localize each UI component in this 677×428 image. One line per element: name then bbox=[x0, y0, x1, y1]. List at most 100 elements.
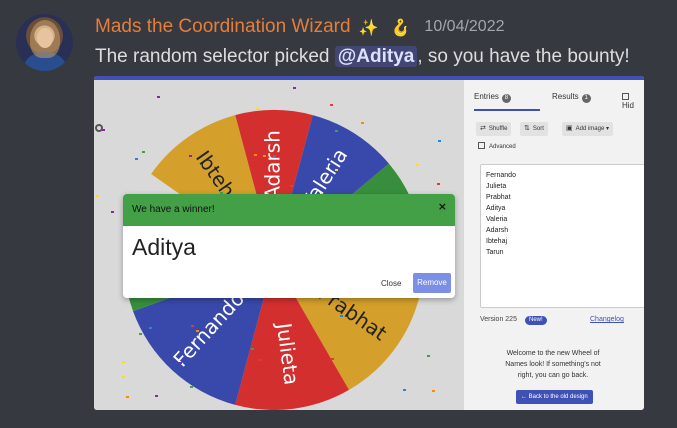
sort-label: Sort bbox=[532, 126, 544, 132]
hook-emoji-icon: 🪝 bbox=[390, 17, 411, 37]
entry-line: Adarsh bbox=[486, 227, 509, 234]
confetti-piece bbox=[196, 330, 199, 332]
message-text-after: , so you have the bounty! bbox=[417, 46, 630, 67]
avatar-face bbox=[37, 28, 53, 48]
dialog-header: We have a winner! × bbox=[123, 194, 455, 226]
confetti-piece bbox=[437, 183, 440, 185]
welcome-text: Welcome to the new Wheel of Names look! … bbox=[505, 350, 601, 379]
message-timestamp: 10/04/2022 bbox=[424, 18, 505, 35]
entry-line: Valeria bbox=[486, 216, 508, 223]
hide-checkbox-icon bbox=[622, 93, 629, 100]
message-content: The random selector picked @Aditya, so y… bbox=[95, 44, 630, 70]
shuffle-button[interactable]: ⇄ Shuffle bbox=[476, 122, 512, 136]
confetti-piece bbox=[157, 96, 160, 98]
sort-button[interactable]: ⇅ Sort bbox=[520, 122, 548, 136]
confetti-piece bbox=[254, 154, 257, 156]
confetti-piece bbox=[438, 140, 441, 142]
add-image-button[interactable]: ▣ Add image ▾ bbox=[562, 122, 613, 136]
message-text-before: The random selector picked bbox=[95, 46, 335, 67]
confetti-piece bbox=[122, 376, 125, 378]
panel-tabs: Entries 8 Results 1 Hid bbox=[474, 92, 644, 111]
new-badge: New! bbox=[524, 316, 547, 325]
advanced-toggle[interactable]: Advanced bbox=[478, 142, 516, 150]
arrow-left-icon: ← bbox=[521, 394, 529, 400]
hide-toggle[interactable]: Hid bbox=[622, 92, 644, 110]
winner-dialog: We have a winner! × Aditya Close Remove bbox=[123, 194, 455, 298]
confetti-piece bbox=[155, 395, 158, 397]
confetti-piece bbox=[189, 155, 192, 157]
confetti-piece bbox=[142, 151, 145, 153]
entry-line: Aditya bbox=[486, 205, 506, 212]
old-design-button[interactable]: ← Back to the old design bbox=[516, 390, 593, 404]
confetti-piece bbox=[111, 211, 114, 213]
advanced-checkbox-icon bbox=[478, 142, 485, 149]
version-label: Version 225 bbox=[480, 316, 517, 323]
confetti-piece bbox=[416, 164, 419, 166]
results-count-badge: 1 bbox=[581, 94, 591, 103]
confetti-piece bbox=[348, 303, 351, 305]
confetti-piece bbox=[290, 185, 293, 187]
close-button[interactable]: Close bbox=[381, 279, 401, 288]
sparkles-emoji-icon: ✨ bbox=[358, 17, 379, 37]
confetti-piece bbox=[149, 327, 152, 329]
confetti-piece bbox=[330, 104, 333, 106]
entry-line: Julieta bbox=[486, 183, 507, 190]
confetti-piece bbox=[135, 158, 138, 160]
confetti-piece bbox=[256, 108, 259, 110]
confetti-piece bbox=[335, 169, 338, 171]
shuffle-icon: ⇄ bbox=[480, 125, 486, 132]
tab-results-label: Results bbox=[552, 92, 579, 101]
entry-line: Prabhat bbox=[486, 194, 511, 201]
chat-message: Mads the Coordination Wizard ✨ 🪝 10/04/2… bbox=[0, 0, 677, 428]
confetti-piece bbox=[191, 325, 194, 327]
entries-count-badge: 8 bbox=[501, 94, 511, 103]
changelog-link[interactable]: Changelog bbox=[590, 316, 624, 323]
tab-entries[interactable]: Entries 8 bbox=[474, 92, 511, 110]
confetti-piece bbox=[190, 386, 193, 388]
entry-line: Fernando bbox=[486, 172, 516, 179]
dialog-close-icon[interactable]: × bbox=[438, 200, 447, 213]
confetti-piece bbox=[335, 130, 338, 132]
confetti-piece bbox=[258, 359, 261, 361]
confetti-piece bbox=[340, 315, 343, 317]
confetti-piece bbox=[122, 361, 125, 363]
old-design-label: Back to the old design bbox=[528, 394, 588, 400]
dialog-title: We have a winner! bbox=[132, 204, 215, 215]
tab-entries-label: Entries bbox=[474, 92, 499, 101]
confetti-piece bbox=[263, 155, 266, 157]
confetti-piece bbox=[403, 389, 406, 391]
side-panel: Entries 8 Results 1 Hid ⇄ Shuffle ⇅ Sort ▣ Ad… bbox=[464, 80, 644, 410]
version-info: Version 225 New! bbox=[480, 316, 547, 325]
image-icon: ▣ bbox=[566, 125, 573, 132]
entries-textarea[interactable]: Fernando Julieta Prabhat Aditya Valeria Adars… bbox=[480, 164, 644, 308]
message-header: Mads the Coordination Wizard ✨ 🪝 10/04/2… bbox=[95, 14, 505, 40]
entry-line: Ibtehaj bbox=[486, 238, 508, 245]
confetti-piece bbox=[361, 122, 364, 124]
wheel-segment-label: Adarsh bbox=[261, 130, 285, 200]
remove-button[interactable]: Remove bbox=[413, 273, 451, 293]
winner-name: Aditya bbox=[132, 234, 196, 260]
tab-results[interactable]: Results 1 bbox=[552, 92, 591, 110]
entry-line: Tarun bbox=[486, 249, 504, 256]
user-avatar[interactable] bbox=[16, 14, 73, 71]
confetti-piece bbox=[427, 355, 430, 357]
embedded-screenshot[interactable]: Adarsh Valeria Prabhat Julieta Fernando Ibteh… bbox=[94, 76, 644, 410]
confetti-piece bbox=[102, 129, 105, 131]
confetti-piece bbox=[251, 348, 254, 350]
confetti-piece bbox=[179, 362, 182, 364]
username[interactable]: Mads the Coordination Wizard bbox=[95, 16, 351, 38]
sort-icon: ⇅ bbox=[524, 125, 530, 132]
advanced-label: Advanced bbox=[489, 144, 516, 150]
add-image-label: Add image bbox=[575, 126, 605, 132]
user-mention[interactable]: @Aditya bbox=[334, 46, 418, 67]
confetti-piece bbox=[432, 390, 435, 392]
active-tab-indicator bbox=[474, 109, 540, 111]
shuffle-label: Shuffle bbox=[488, 126, 508, 132]
confetti-piece bbox=[139, 333, 142, 335]
confetti-piece bbox=[96, 195, 99, 197]
confetti-piece bbox=[273, 155, 276, 157]
hide-label: Hid bbox=[622, 101, 635, 110]
confetti-piece bbox=[331, 358, 334, 360]
confetti-piece bbox=[293, 87, 296, 89]
confetti-piece bbox=[126, 396, 129, 398]
